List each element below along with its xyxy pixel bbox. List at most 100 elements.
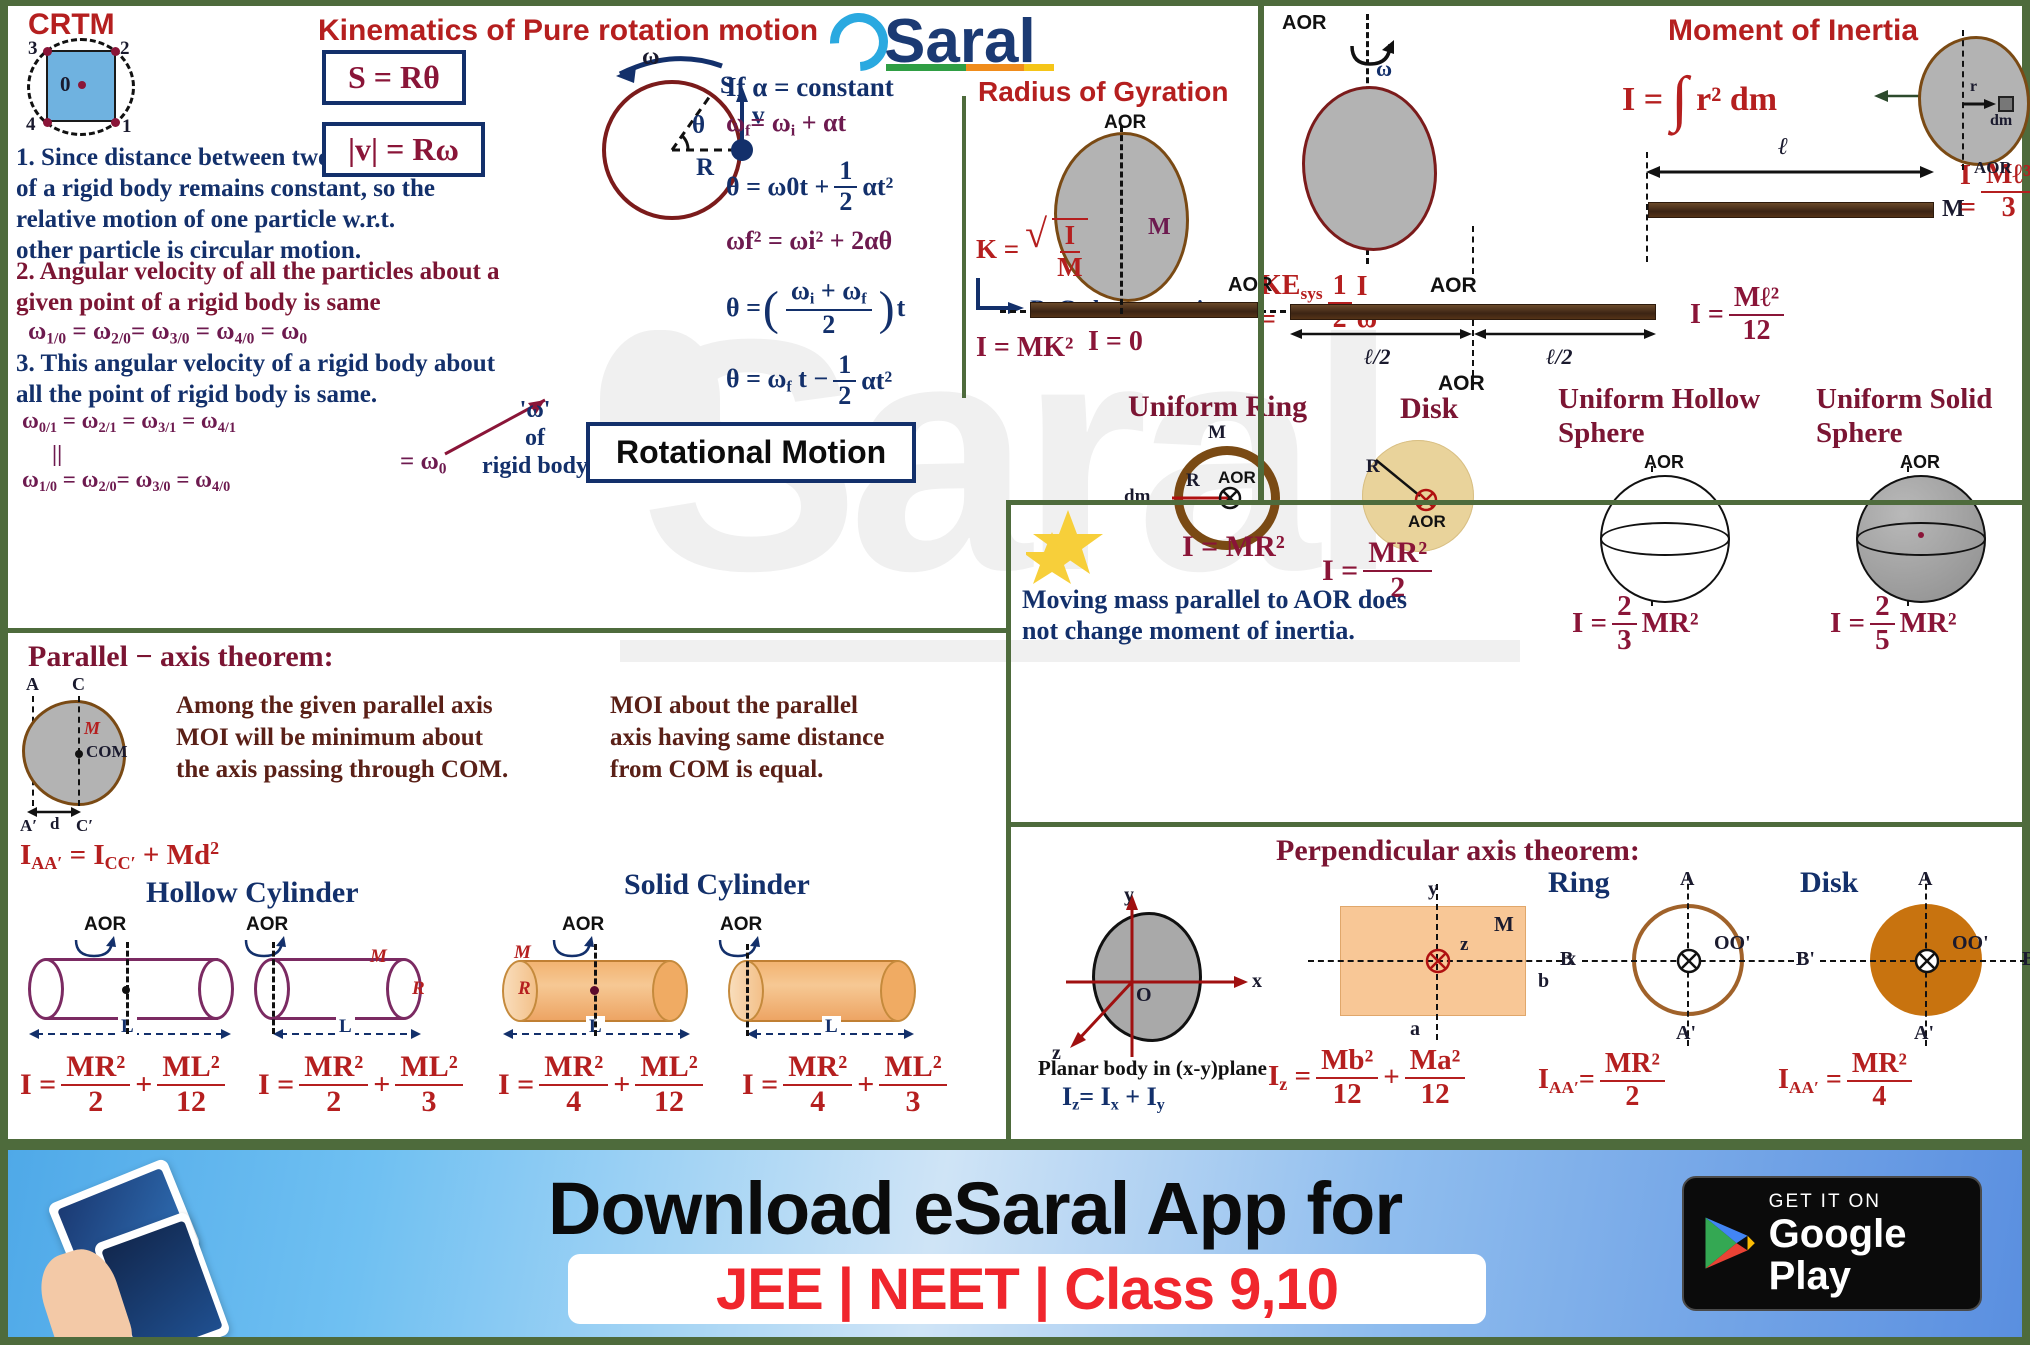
- perp-disk-Aprime-label: A': [1914, 1022, 1934, 1044]
- perp-disk-den: 4: [1872, 1080, 1887, 1112]
- rog-aor-label: AOR: [1104, 112, 1147, 133]
- esaral-logo[interactable]: Saral: [818, 0, 1054, 83]
- hollow-sphere-diagram: [1582, 470, 1752, 603]
- kinematics-eq-5-tail: αt²: [861, 365, 893, 395]
- perp-ring-eq-lhs: IAA′=: [1538, 1063, 1595, 1097]
- crtm-point-3-line-2: all the point of rigid body is same.: [16, 381, 378, 408]
- hollow-cyl-1-aor-label: AOR: [84, 914, 127, 935]
- solid-cyl-1-center-dot: [590, 986, 599, 995]
- perp-plate-d1: 12: [1332, 1077, 1362, 1110]
- perp-ring-diagram: A A' B B' OO': [1548, 868, 1815, 1050]
- sc-eq1-d1: 4: [566, 1084, 582, 1118]
- rod-center-den: 12: [1742, 314, 1771, 346]
- solid-sphere-equator-icon: [1856, 522, 1986, 556]
- crtm-note-line2: of: [525, 425, 546, 451]
- perp-disk-eq-lhs: IAA′ =: [1778, 1063, 1842, 1097]
- parallel-axis-text-left-1: Among the given parallel axis: [176, 692, 493, 719]
- study-sheet: Saral Saral CRTM 3 2 4 1 0 1. Since dist…: [0, 0, 2030, 1345]
- parallel-axis-text-right-2: axis having same distance: [610, 724, 885, 751]
- crtm-label-3: 3: [28, 38, 38, 59]
- hollow-sphere-eq-lhs: I =: [1572, 607, 1608, 640]
- parallel-axis-label-Cprime: C′: [76, 816, 94, 835]
- google-play-badge[interactable]: GET IT ON Google Play: [1682, 1176, 1982, 1311]
- hollow-sphere-equator-icon: [1600, 522, 1730, 556]
- hollow-sphere-title-l1: Uniform Hollow: [1558, 383, 1761, 415]
- moi-blob-aor-label: AOR: [1974, 158, 2012, 177]
- hollow-cylinder-formula-2: I = MR² 2 + ML² 3: [258, 1051, 468, 1118]
- moi-dm-square-icon: [1998, 96, 2014, 112]
- hc-eq1-n2: ML²: [157, 1051, 225, 1086]
- perp-plate-op: +: [1383, 1061, 1400, 1094]
- sc-eq2-lhs: I =: [742, 1067, 779, 1101]
- perp-disk-diagram: A A' B B' OO': [1786, 868, 2030, 1050]
- promo-banner[interactable]: Download eSaral App for JEE | NEET | Cla…: [8, 1150, 2022, 1337]
- kinematics-eq-4-fraction: ωi + ωf 2: [785, 277, 872, 338]
- solid-cyl-2-aor-label: AOR: [720, 914, 763, 935]
- perp-plate-n2: Ma²: [1404, 1045, 1466, 1079]
- solid-cyl-1-R-label: R: [518, 978, 531, 999]
- parallel-axis-label-A: A: [26, 674, 39, 694]
- solid-cylinder-formula-1: I = MR² 4 + ML² 12: [498, 1051, 708, 1118]
- kinematics-eq-3: ωf² = ωi² + 2αθ: [726, 226, 893, 255]
- perp-ring-num: MR²: [1599, 1049, 1665, 1082]
- solid-sphere-eq-lhs: I =: [1830, 607, 1866, 640]
- hollow-sphere-den: 3: [1617, 623, 1632, 656]
- sc-eq2-n1: MR²: [783, 1051, 853, 1086]
- perp-disk-formula: IAA′ = MR² 4: [1778, 1049, 1917, 1112]
- crtm-point-1-dot: [111, 118, 120, 127]
- perp-axis-plate-m-label: M: [1494, 912, 1514, 936]
- hc-eq1-d2: 12: [176, 1084, 207, 1118]
- sc-eq2-n2: ML²: [879, 1051, 947, 1086]
- kinematics-eq-5-num: 1: [833, 351, 857, 382]
- crtm-label-0: 0: [60, 72, 71, 96]
- divider-horizontal-mid-right: [1008, 500, 2022, 505]
- parallel-axis-text-right-3: from COM is equal.: [610, 756, 824, 783]
- solid-cylinder-diagram-1: AOR M R L: [500, 914, 720, 1050]
- solid-cylinder-title: Solid Cylinder: [624, 868, 810, 901]
- hc-eq2-n1: MR²: [299, 1051, 369, 1086]
- solid-sphere-den: 5: [1875, 623, 1890, 656]
- star-note-line-2: not change moment of inertia.: [1022, 616, 1355, 645]
- crtm-note-line3: rigid body: [482, 453, 589, 479]
- hc-eq2-d2: 3: [421, 1084, 437, 1118]
- kinematics-eq-2-num: 1: [834, 157, 858, 188]
- star-note-stars: [1026, 510, 1103, 584]
- solid-cyl-2-body: [746, 960, 898, 1022]
- rod-end-bar: [1648, 202, 1934, 218]
- rod-center-num: Mℓ²: [1728, 283, 1785, 316]
- perp-plate-frac2: Ma² 12: [1404, 1045, 1466, 1109]
- moi-dm-label: dm: [1990, 112, 2013, 129]
- rod-center-half-arrows-icon: [1290, 329, 1656, 339]
- crtm-point-1-line-3: relative motion of one particle w.r.t.: [16, 206, 396, 233]
- kinematics-eq-2-den: 2: [839, 186, 853, 216]
- kinematics-eq-5-fraction: 1 2: [833, 351, 857, 410]
- kinematics-eq-5-den: 2: [838, 380, 852, 410]
- hollow-cyl-1-center-dot: [122, 986, 130, 994]
- sc-eq2-d1: 4: [810, 1084, 826, 1118]
- solid-sphere-title-l1: Uniform Solid: [1816, 383, 1993, 415]
- crtm-point-2-dot: [111, 47, 120, 56]
- hc-eq1-frac2: ML² 12: [157, 1051, 225, 1118]
- uniform-ring-aor-label: AOR: [1218, 468, 1256, 487]
- crtm-point-2-line-1: 2. Angular velocity of all the particles…: [16, 258, 500, 285]
- hollow-sphere-num: 2: [1612, 591, 1637, 625]
- sc-eq1-d2: 12: [654, 1084, 685, 1118]
- rod-along-dash-left: [1000, 310, 1026, 313]
- solid-sphere-fraction: 2 5: [1870, 591, 1895, 656]
- perp-ring-fraction: MR² 2: [1599, 1049, 1665, 1111]
- kinematics-title: Kinematics of Pure rotation motion: [318, 14, 819, 47]
- rod-end-den: 3: [2001, 192, 2016, 223]
- parallel-axis-com-label: COM: [86, 742, 128, 761]
- solid-sphere-title-l2: Sphere: [1816, 417, 1903, 449]
- perp-plate-eq-lhs: Iz =: [1268, 1060, 1312, 1095]
- rod-along-bar: [1030, 302, 1258, 318]
- crtm-point-3: 3. This angular velocity of a rigid body…: [16, 348, 495, 410]
- crtm-diagram: 3 2 4 1 0: [22, 36, 142, 138]
- banner-subline: JEE | NEET | Class 9,10: [716, 1256, 1339, 1322]
- kinematics-eq-2-tail: αt²: [862, 171, 894, 201]
- perp-ring-OO-label: OO': [1714, 932, 1751, 954]
- hc-eq2-frac2: ML² 3: [395, 1051, 463, 1118]
- solid-sphere-formula: I = 2 5 MR²: [1830, 591, 1957, 656]
- hc-eq1-op: +: [135, 1067, 153, 1101]
- rod-center-fraction: Mℓ² 12: [1728, 283, 1785, 346]
